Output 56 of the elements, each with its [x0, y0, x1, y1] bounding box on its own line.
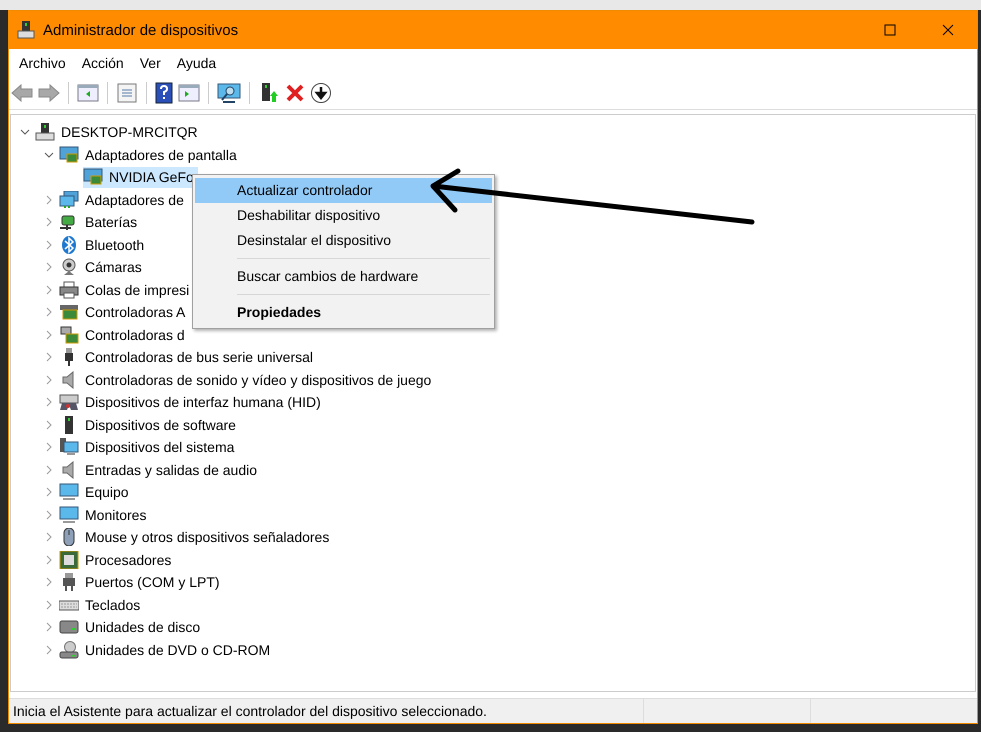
window-title: Administrador de dispositivos: [43, 22, 238, 38]
help-icon[interactable]: [155, 82, 173, 104]
tree-item[interactable]: Dispositivos del sistema: [59, 436, 238, 458]
monitor-icon: [59, 506, 79, 524]
menu-item[interactable]: Acción: [74, 53, 132, 73]
tree-item[interactable]: Dispositivos de software: [59, 414, 240, 436]
menu-item[interactable]: Ayuda: [168, 53, 224, 73]
menu-item[interactable]: Archivo: [11, 53, 74, 73]
storage-icon: [59, 326, 79, 344]
properties-sheet-icon[interactable]: [116, 83, 138, 103]
monitor-icon: [59, 483, 79, 502]
tree-item[interactable]: Puertos (COM y LPT): [59, 572, 224, 593]
tree-item[interactable]: Unidades de disco: [59, 616, 204, 638]
forward-arrow-icon[interactable]: [38, 83, 60, 103]
context-menu-item[interactable]: Actualizar controlador: [195, 178, 492, 203]
tree-item[interactable]: Controladoras de bus serie universal: [59, 346, 318, 368]
bluetooth-icon: [59, 236, 79, 254]
tree-item[interactable]: Dispositivos de interfaz humana (HID): [59, 392, 325, 413]
context-menu-item[interactable]: Propiedades: [195, 300, 492, 325]
display-icon: [59, 146, 79, 164]
tree-item[interactable]: Controladoras d: [59, 324, 189, 346]
context-menu-item[interactable]: Deshabilitar dispositivo: [195, 203, 492, 228]
system-icon: [59, 438, 79, 456]
monitor-search-icon[interactable]: [217, 83, 241, 103]
tree-item[interactable]: Bluetooth: [59, 234, 148, 256]
display-icon: [83, 168, 103, 186]
printer-icon: [59, 280, 79, 299]
tree-item[interactable]: Controladoras A: [59, 302, 190, 323]
delete-x-icon[interactable]: [285, 83, 305, 103]
tree-item[interactable]: Adaptadores de: [59, 189, 188, 210]
tree-item[interactable]: Unidades de DVD o CD-ROM: [59, 639, 274, 660]
tree-item[interactable]: Teclados: [59, 594, 144, 616]
tree-item[interactable]: Mouse y otros dispositivos señaladores: [59, 526, 334, 548]
back-arrow-icon[interactable]: [11, 83, 33, 103]
status-text: Inicia el Asistente para actualizar el controlador del dispositivo seleccionado.: [12, 703, 488, 719]
tree-item[interactable]: Cámaras: [59, 256, 146, 278]
tree-item[interactable]: Controladoras de sonido y vídeo y dispositivos de juego: [59, 369, 436, 390]
context-menu-item[interactable]: Desinstalar el dispositivo: [195, 228, 492, 253]
menu-item[interactable]: Ver: [132, 53, 169, 73]
network-icon: [59, 190, 79, 209]
tree-item[interactable]: Adaptadores de pantalla: [59, 144, 241, 166]
context-menu-item[interactable]: Buscar cambios de hardware: [195, 264, 492, 289]
tree-item[interactable]: Entradas y salidas de audio: [59, 459, 261, 480]
window-panel-icon[interactable]: [77, 83, 99, 103]
tree-item[interactable]: Colas de impresi: [59, 279, 194, 300]
tree-item[interactable]: Equipo: [59, 482, 133, 503]
cpu-icon: [59, 550, 79, 569]
dvd-icon: [59, 640, 79, 659]
device-manager-icon: [17, 20, 35, 40]
tree-item[interactable]: Procesadores: [59, 549, 176, 570]
tree-item[interactable]: DESKTOP-MRCITQR: [35, 122, 202, 143]
computer-icon: [35, 123, 55, 142]
tree-item[interactable]: Baterías: [59, 212, 142, 233]
tree-item[interactable]: Monitores: [59, 504, 150, 526]
card-icon: [59, 303, 79, 322]
window-panel-icon[interactable]: [178, 83, 200, 103]
